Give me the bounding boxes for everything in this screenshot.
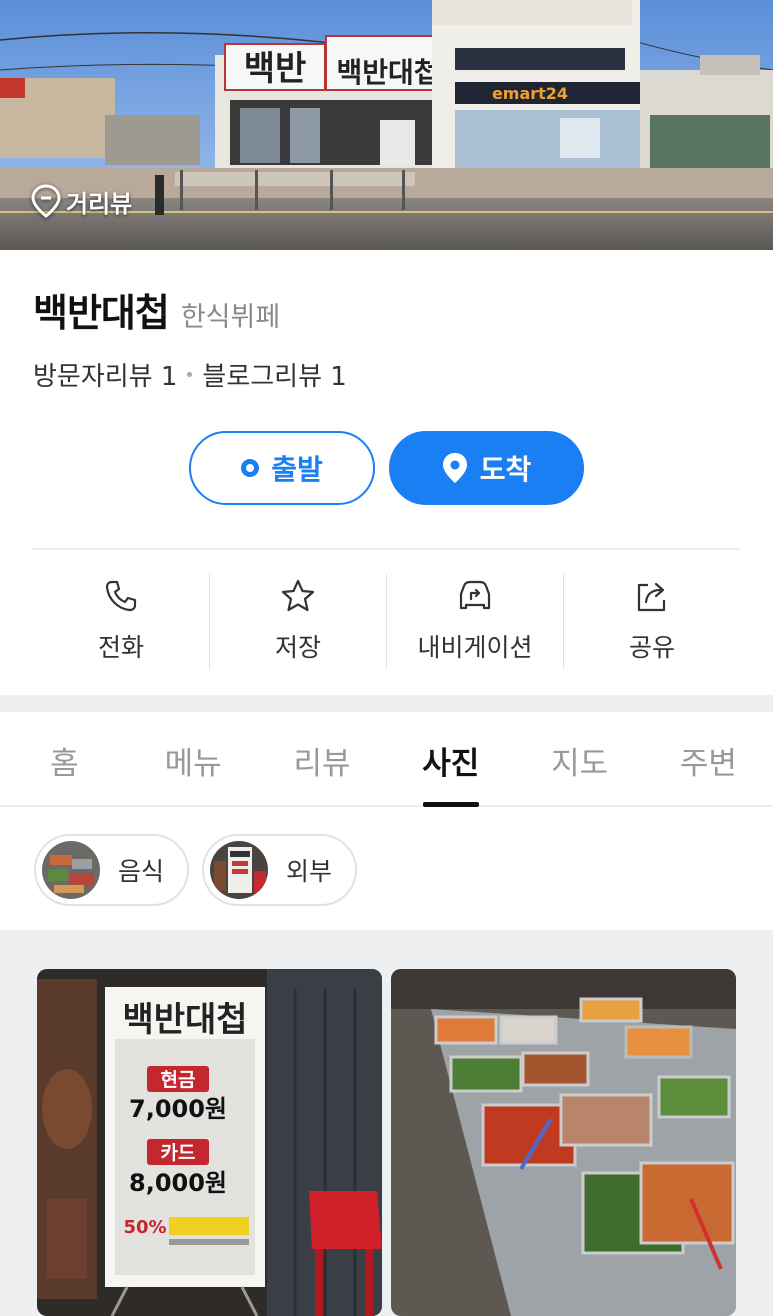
tab-photos[interactable]: 사진 (386, 712, 515, 807)
separator-dot (187, 372, 193, 377)
save-button[interactable]: 저장 (210, 574, 387, 670)
svg-text:백반대첩: 백반대첩 (122, 1000, 247, 1040)
svg-text:백반대첩: 백반대첩 (336, 56, 439, 89)
call-button[interactable]: 전화 (33, 574, 210, 670)
depart-button[interactable]: 출발 (189, 431, 375, 505)
street-view-label: 거리뷰 (66, 189, 133, 218)
tab-bar: 홈 메뉴 리뷰 사진 지도 주변 (0, 712, 773, 807)
depart-label: 출발 (271, 453, 323, 486)
car-navigation-icon (459, 580, 491, 610)
exterior-category-label: 외부 (286, 857, 333, 886)
save-label: 저장 (274, 633, 321, 662)
phone-icon (105, 580, 137, 612)
visitor-review-link[interactable]: 방문자리뷰 1 (33, 356, 177, 393)
svg-text:7,000원: 7,000원 (129, 1095, 227, 1123)
share-button[interactable]: 공유 (564, 574, 740, 670)
divider (33, 548, 740, 550)
tab-map[interactable]: 지도 (515, 712, 644, 805)
photo-category-food[interactable]: 음식 (34, 834, 189, 906)
arrive-button[interactable]: 도착 (389, 431, 584, 505)
tab-menu[interactable]: 메뉴 (129, 712, 258, 805)
arrive-label: 도착 (479, 453, 532, 486)
photo-banner[interactable]: 백반대첩 현금 7,000원 카드 8,000원 50% (37, 969, 382, 1316)
call-label: 전화 (97, 633, 144, 662)
tab-home[interactable]: 홈 (0, 712, 129, 805)
place-category: 한식뷔페 (180, 302, 281, 333)
tab-reviews[interactable]: 리뷰 (258, 712, 387, 805)
exterior-thumbnail (210, 841, 268, 899)
food-category-label: 음식 (118, 857, 165, 886)
star-icon (281, 579, 315, 612)
svg-text:현금: 현금 (161, 1069, 196, 1091)
share-icon (637, 582, 666, 612)
review-summary: 방문자리뷰 1 블로그리뷰 1 (33, 356, 347, 393)
navigation-button[interactable]: 내비게이션 (387, 574, 564, 670)
action-bar: 전화 저장 내비게이션 공유 (33, 574, 740, 670)
tab-nearby[interactable]: 주변 (644, 712, 773, 805)
navigation-label: 내비게이션 (417, 633, 533, 662)
svg-text:50%: 50% (123, 1217, 166, 1238)
food-thumbnail (42, 841, 100, 899)
section-separator (0, 695, 773, 712)
origin-dot-icon (241, 459, 260, 477)
photo-category-exterior[interactable]: 외부 (202, 834, 357, 906)
place-name: 백반대첩 (33, 291, 170, 335)
street-view-image[interactable]: 백반 백반대첩 emart24 거리뷰 (0, 0, 773, 250)
street-view-button[interactable]: 거리뷰 (30, 183, 132, 219)
place-header: 백반대첩 한식뷔페 (33, 282, 280, 337)
banner-photo: 백반대첩 현금 7,000원 카드 8,000원 50% (37, 969, 382, 1316)
svg-text:8,000원: 8,000원 (129, 1169, 227, 1197)
location-pin-icon (442, 453, 467, 483)
svg-text:emart24: emart24 (492, 84, 568, 103)
svg-text:백반: 백반 (244, 49, 307, 89)
photo-buffet[interactable] (391, 969, 736, 1316)
share-label: 공유 (628, 633, 675, 662)
blog-review-link[interactable]: 블로그리뷰 1 (202, 356, 346, 393)
svg-text:카드: 카드 (161, 1142, 196, 1164)
map-pin-outline-icon (31, 184, 61, 218)
buffet-photo (391, 969, 736, 1316)
